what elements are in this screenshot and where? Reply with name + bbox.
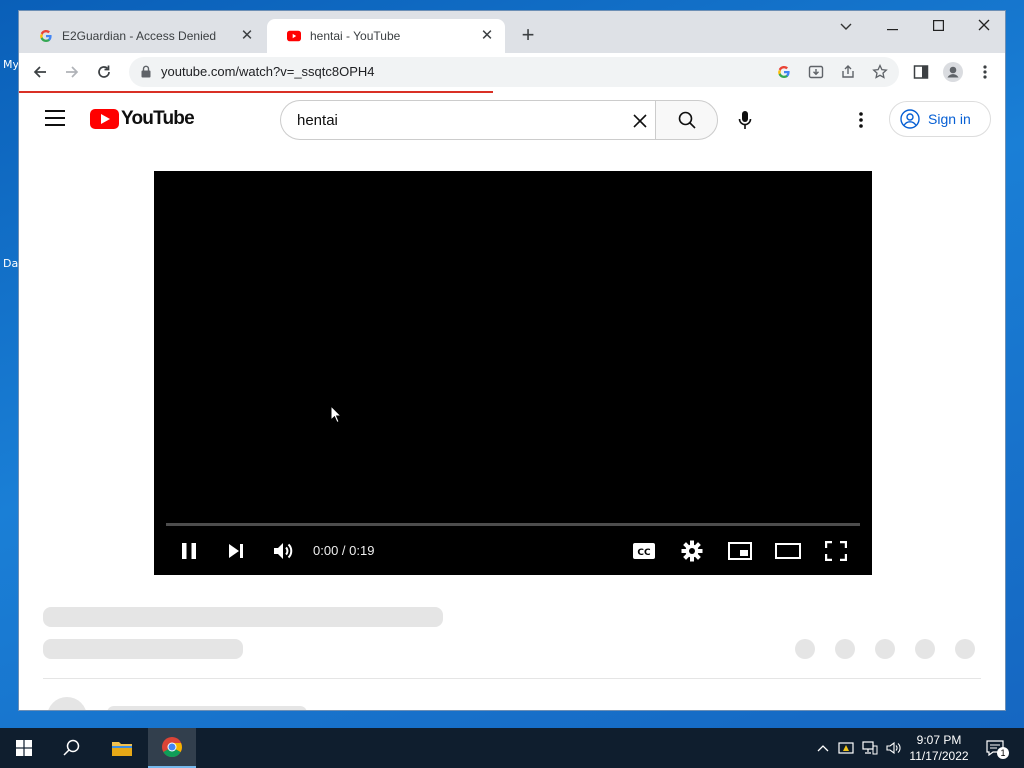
action-skeleton	[915, 639, 935, 659]
tab-title: hentai - YouTube	[310, 29, 401, 43]
chrome-menu-icon[interactable]	[974, 61, 996, 83]
notification-count-badge: 1	[997, 747, 1009, 759]
video-player[interactable]: 0:00 / 0:19 CC	[154, 171, 872, 575]
action-skeleton	[835, 639, 855, 659]
new-tab-icon[interactable]: +	[517, 24, 539, 47]
volume-icon	[274, 543, 293, 559]
install-app-icon[interactable]	[806, 62, 826, 82]
miniplayer-icon	[728, 542, 752, 560]
theater-mode-button[interactable]	[774, 539, 802, 563]
tab-search-icon[interactable]	[823, 15, 869, 39]
search-button[interactable]	[655, 100, 718, 140]
channel-skeleton	[43, 639, 243, 659]
lock-icon[interactable]	[141, 65, 151, 83]
google-lens-icon[interactable]	[774, 62, 794, 82]
voice-search-mic-icon[interactable]	[733, 108, 757, 132]
search-query-text: hentai	[297, 112, 338, 129]
volume-tray-icon[interactable]	[886, 740, 902, 756]
comment-skeleton	[107, 706, 307, 710]
folder-icon	[112, 742, 132, 756]
gear-icon	[681, 540, 703, 562]
fullscreen-button[interactable]	[822, 539, 850, 563]
chrome-icon	[162, 737, 182, 758]
close-tab-icon[interactable]: ✕	[479, 28, 495, 44]
youtube-page: YouTube hentai Sign in 0:00 / 0:19 CC	[19, 93, 1005, 710]
desktop-icon-label[interactable]: My	[3, 58, 19, 71]
maximize-icon[interactable]	[915, 15, 961, 39]
youtube-logo[interactable]: YouTube	[90, 108, 195, 130]
desktop-icon-label[interactable]: Da	[3, 257, 18, 270]
action-skeleton	[795, 639, 815, 659]
side-panel-icon[interactable]	[910, 61, 932, 83]
start-button[interactable]	[0, 728, 48, 768]
youtube-play-icon	[90, 109, 119, 129]
action-skeleton	[875, 639, 895, 659]
bookmark-star-icon[interactable]	[870, 62, 890, 82]
sign-in-button[interactable]: Sign in	[889, 101, 991, 137]
close-tab-icon[interactable]: ✕	[239, 28, 255, 44]
forward-icon[interactable]	[61, 61, 83, 83]
pause-icon	[182, 543, 196, 559]
subtitles-button[interactable]: CC	[630, 539, 658, 563]
divider	[43, 678, 981, 679]
taskbar: 9:07 PM 11/17/2022 1	[0, 728, 1024, 768]
network-icon[interactable]	[862, 740, 878, 756]
miniplayer-button[interactable]	[726, 539, 754, 563]
guide-menu-icon[interactable]	[45, 110, 65, 126]
url-text: youtube.com/watch?v=_ssqtc8OPH4	[161, 64, 375, 79]
taskbar-clock[interactable]: 9:07 PM 11/17/2022	[902, 732, 976, 764]
reload-icon[interactable]	[93, 61, 115, 83]
pause-button[interactable]	[175, 539, 203, 563]
tab-youtube[interactable]: hentai - YouTube ✕	[267, 19, 505, 53]
google-g-icon	[39, 29, 53, 43]
tab-e2guardian[interactable]: E2Guardian - Access Denied ✕	[19, 19, 265, 53]
search-icon	[63, 739, 80, 756]
youtube-masthead: YouTube hentai Sign in	[19, 93, 1005, 147]
video-progress-bar[interactable]	[166, 523, 860, 526]
clock-date: 11/17/2022	[909, 749, 969, 763]
avatar-skeleton	[47, 697, 87, 710]
action-skeleton	[955, 639, 975, 659]
browser-toolbar: youtube.com/watch?v=_ssqtc8OPH4	[19, 53, 1005, 91]
svg-text:CC: CC	[637, 548, 651, 558]
tab-title: E2Guardian - Access Denied	[62, 29, 217, 43]
file-explorer-button[interactable]	[98, 728, 146, 768]
search-input[interactable]: hentai	[280, 100, 656, 140]
action-center-icon[interactable]: 1	[984, 740, 1009, 759]
back-icon[interactable]	[29, 61, 51, 83]
youtube-icon	[287, 29, 301, 43]
next-video-button[interactable]	[222, 539, 250, 563]
windows-logo-icon	[16, 740, 32, 756]
clear-search-icon[interactable]	[630, 111, 650, 131]
address-bar[interactable]: youtube.com/watch?v=_ssqtc8OPH4	[129, 57, 899, 87]
settings-button[interactable]	[678, 539, 706, 563]
search-icon	[678, 111, 696, 129]
theater-mode-icon	[775, 543, 801, 559]
profile-avatar-icon[interactable]	[942, 61, 964, 83]
browser-window: E2Guardian - Access Denied ✕ hentai - Yo…	[18, 10, 1006, 711]
skip-next-icon	[229, 544, 243, 558]
video-time-display: 0:00 / 0:19	[313, 543, 375, 558]
chrome-taskbar-button[interactable]	[148, 728, 196, 768]
title-skeleton	[43, 607, 443, 627]
share-icon[interactable]	[838, 62, 858, 82]
mute-button[interactable]	[269, 539, 297, 563]
close-window-icon[interactable]	[961, 15, 1005, 39]
closed-captions-icon: CC	[633, 543, 655, 559]
clock-time: 9:07 PM	[916, 733, 962, 747]
settings-menu-icon[interactable]	[849, 108, 873, 132]
youtube-wordmark: YouTube	[121, 108, 195, 129]
sign-in-label: Sign in	[928, 111, 971, 127]
minimize-icon[interactable]	[869, 15, 915, 39]
tab-strip: E2Guardian - Access Denied ✕ hentai - Yo…	[19, 11, 1005, 53]
search-taskbar-button[interactable]	[48, 728, 96, 768]
account-icon	[900, 109, 920, 129]
show-hidden-icons-chevron-icon[interactable]	[815, 740, 831, 756]
security-warning-icon[interactable]	[838, 740, 854, 756]
mouse-cursor-icon	[330, 404, 343, 429]
fullscreen-icon	[825, 541, 847, 561]
